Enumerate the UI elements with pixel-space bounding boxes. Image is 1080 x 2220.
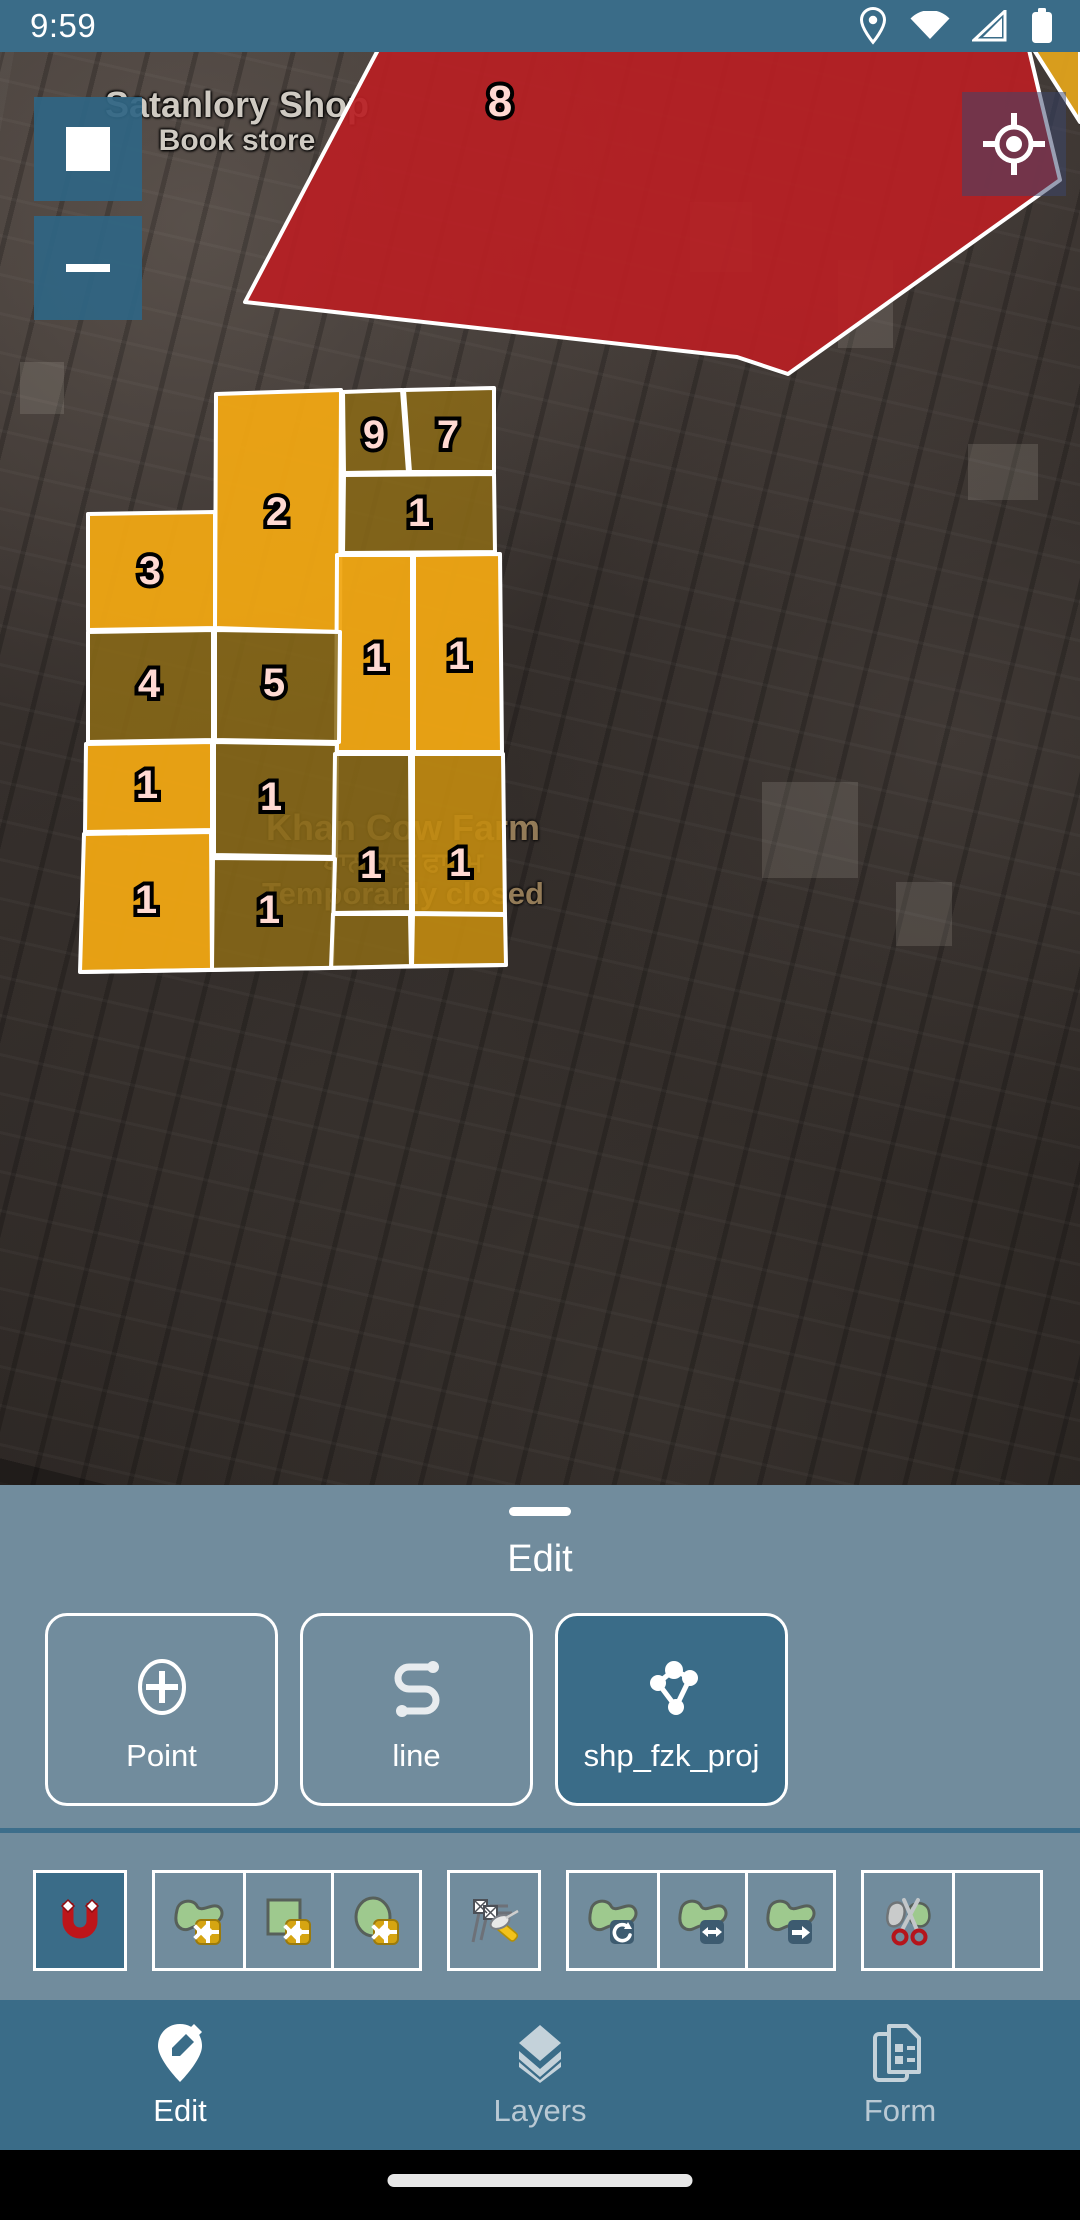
- bottom-nav-bar: Edit Layers Form: [0, 2000, 1080, 2150]
- edit-pin-icon: [158, 2023, 202, 2082]
- rotate-feature-tool[interactable]: [569, 1873, 657, 1968]
- feature-polygon-1i: [210, 856, 337, 972]
- polygon-node-icon: [638, 1646, 706, 1728]
- tool-group-transform: [566, 1869, 836, 1971]
- feature-polygon-1c: [412, 552, 504, 754]
- sheet-drag-handle[interactable]: [509, 1507, 571, 1516]
- cellular-signal-icon: [972, 10, 1007, 42]
- reshape-feature-icon: [677, 1899, 728, 1944]
- add-circle-tool[interactable]: [331, 1872, 419, 1968]
- feature-polygon-1e: [212, 740, 339, 859]
- nav-item-edit[interactable]: Edit: [0, 2000, 360, 2150]
- vector-layer: [78, 52, 1080, 974]
- add-rectangle-tool[interactable]: [243, 1872, 331, 1968]
- tool-group-add-geometry: [152, 1869, 422, 1971]
- minus-icon: [66, 264, 110, 272]
- gps-locate-button[interactable]: [962, 92, 1066, 196]
- feature-polygon-3: [86, 510, 217, 632]
- nav-item-form-label: Form: [863, 2092, 937, 2128]
- map-canvas[interactable]: Satanlory Shop Book store Khan Cow Farm …: [0, 52, 1080, 1485]
- feature-polygon-1h: [78, 830, 214, 974]
- feature-polygon-1g: [411, 752, 507, 916]
- nav-item-form[interactable]: Form: [720, 2000, 1080, 2150]
- location-pin-icon: [859, 7, 887, 45]
- feature-polygon-7: [402, 386, 496, 474]
- zoom-controls: [34, 97, 142, 335]
- zoom-in-button[interactable]: [34, 97, 142, 201]
- vertex-tool-icon: [471, 1899, 519, 1943]
- layers-icon: [519, 2024, 561, 2083]
- add-rectangle-icon: [266, 1898, 311, 1945]
- battery-icon: [1032, 8, 1052, 43]
- feature-polygon-1k: [410, 912, 508, 968]
- layer-card-point-label: Point: [126, 1737, 197, 1773]
- layer-card-shp-fzk-proj[interactable]: shp_fzk_proj: [555, 1613, 788, 1806]
- move-feature-icon: [765, 1899, 816, 1944]
- magnet-snapping-icon: [60, 1898, 100, 1939]
- sheet-title: Edit: [507, 1538, 573, 1580]
- layer-card-shp-fzk-proj-label: shp_fzk_proj: [583, 1737, 760, 1773]
- sheet-divider: [0, 1828, 1080, 1833]
- split-feature-scissors-icon: [886, 1898, 931, 1946]
- feature-polygon-1f: [331, 752, 413, 915]
- add-circle-icon: [354, 1896, 399, 1945]
- split-feature-tool-overflow[interactable]: [952, 1872, 1040, 1968]
- vertex-tool[interactable]: [450, 1873, 538, 1968]
- status-bar: 9:59: [0, 0, 1080, 52]
- gps-locate-icon: [983, 113, 1045, 175]
- add-polygon-tool[interactable]: [155, 1873, 243, 1968]
- nav-item-layers-label: Layers: [493, 2092, 587, 2128]
- tool-group-vertex: [447, 1869, 541, 1971]
- feature-polygon-8: [243, 52, 1062, 376]
- status-clock: 9:59: [30, 7, 97, 44]
- polyline-icon: [383, 1646, 451, 1728]
- add-polygon-icon: [174, 1899, 224, 1945]
- status-icon-tray: [858, 7, 1054, 45]
- nav-item-edit-label: Edit: [153, 2092, 207, 2128]
- feature-polygon-1b: [334, 553, 414, 754]
- split-feature-tool[interactable]: [864, 1873, 952, 1968]
- feature-polygon-1a: [341, 472, 497, 555]
- feature-polygon-1d: [83, 740, 214, 834]
- gesture-home-bar[interactable]: [387, 2174, 693, 2187]
- layer-card-line[interactable]: line: [300, 1613, 533, 1806]
- reshape-feature-tool[interactable]: [657, 1872, 745, 1968]
- feature-polygon-1j: [329, 912, 413, 970]
- form-sheet-icon: [873, 2023, 921, 2082]
- feature-polygon-5: [213, 628, 342, 744]
- system-gesture-area: [0, 2150, 1080, 2220]
- feature-polygon-4: [86, 628, 215, 744]
- zoom-out-button[interactable]: [34, 216, 142, 320]
- nav-item-layers[interactable]: Layers: [360, 2000, 720, 2150]
- magnet-snapping-tool[interactable]: [36, 1872, 124, 1968]
- edit-bottom-sheet: Edit Point line shp_fzk_proj: [0, 1485, 1080, 2000]
- wifi-icon: [910, 11, 950, 39]
- move-feature-tool[interactable]: [745, 1872, 833, 1968]
- tool-group-split: [861, 1869, 1043, 1971]
- add-point-icon: [130, 1646, 194, 1728]
- tool-group-snapping: [33, 1869, 127, 1971]
- layer-card-point[interactable]: Point: [45, 1613, 278, 1806]
- feature-polygon-2: [213, 388, 343, 634]
- plus-icon: [66, 127, 110, 171]
- rotate-feature-icon: [588, 1899, 638, 1944]
- feature-polygon-9: [341, 388, 410, 475]
- qfield-app-screen: 9:59 Satanlory Shop Book store 8 9 7 1 2…: [0, 0, 1080, 2220]
- layer-card-row: Point line shp_fzk_proj: [0, 1613, 1080, 1806]
- edit-tool-strip: [0, 1860, 1080, 1980]
- layer-card-line-label: line: [392, 1737, 441, 1773]
